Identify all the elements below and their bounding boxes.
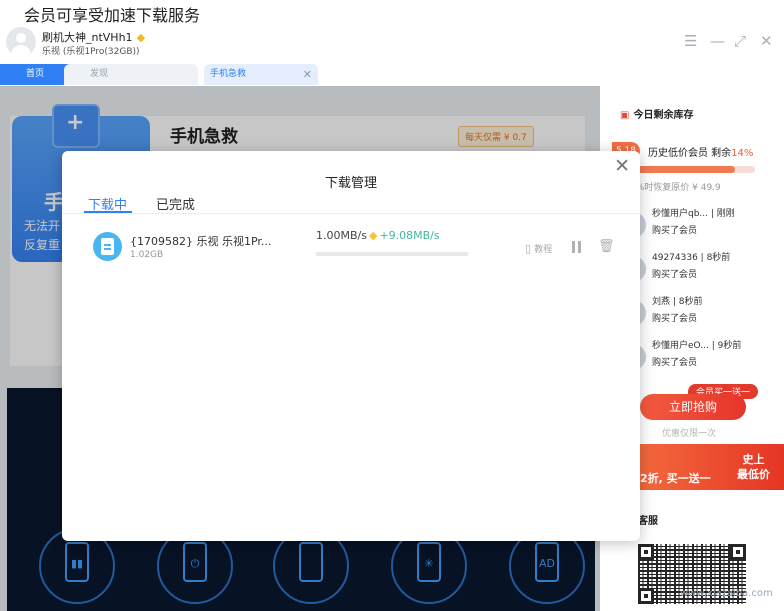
tab-bar: 首页 发现 手机急救 ✕ — [0, 64, 784, 86]
tutorial-link[interactable]: ▯ 教程 — [525, 242, 552, 255]
menu-icon[interactable]: ☰ — [684, 32, 697, 50]
file-size: 1.02GB — [130, 250, 164, 260]
file-name: {1709582} 乐视 乐视1Pr... — [130, 235, 272, 248]
tab-discover[interactable]: 发现 — [64, 64, 198, 85]
watermark: www.xiazaiba.com — [680, 588, 773, 599]
stock-header: ▣ 今日剩余库存 — [620, 110, 694, 121]
download-progress-bar — [316, 252, 468, 256]
tab-phone-rescue[interactable]: 手机急救 ✕ — [204, 64, 318, 85]
customer-service-label: 客服 — [638, 516, 658, 527]
close-icon[interactable]: ✕ — [760, 32, 773, 50]
username: 刷机大神_ntVHh1 ◆ — [42, 31, 146, 44]
avatar[interactable] — [6, 27, 36, 57]
tab-divider — [62, 213, 640, 214]
caption-text: 会员可享受加速下载服务 — [24, 6, 201, 25]
download-row: {1709582} 乐视 乐视1Pr... 1.02GB 1.00MB/s ◆ +9… — [62, 221, 640, 273]
maximize-icon[interactable]: ⤢ — [734, 32, 746, 50]
tab-completed[interactable]: 已完成 — [156, 194, 195, 213]
device-name: 乐视 (乐视1Pro(32GB)) — [42, 47, 140, 57]
buy-now-button[interactable]: 立即抢购 — [640, 394, 746, 420]
history-price-label: 历史低价会员 剩余14% — [648, 148, 754, 159]
minimize-icon[interactable]: — — [710, 32, 725, 50]
promo-banner-text: 2折, 买一送一 — [640, 472, 711, 485]
vip-diamond-icon: ◆ — [368, 229, 378, 242]
once-only-note: 优惠仅限一次 — [662, 429, 717, 439]
shop-icon: ▣ — [620, 110, 630, 121]
vip-diamond-icon: ◆ — [136, 31, 146, 44]
firmware-file-icon — [93, 232, 122, 261]
download-manager-dialog: 下载管理 ✕ 下载中 已完成 {1709582} 乐视 乐视1Pr... 1.0… — [62, 151, 640, 541]
pause-icon[interactable] — [572, 241, 582, 253]
promo-banner[interactable]: 2折, 买一送一 史上 最低价 — [632, 444, 784, 490]
dialog-title: 下载管理 — [324, 176, 377, 191]
close-icon[interactable]: ✕ — [614, 155, 630, 177]
delete-icon[interactable]: 🗑 — [598, 239, 615, 254]
tab-close-icon[interactable]: ✕ — [303, 64, 312, 85]
lowest-price-text: 史上 最低价 — [737, 453, 770, 481]
download-speed: 1.00MB/s ◆ +9.08MB/s — [316, 229, 440, 242]
book-icon: ▯ — [525, 242, 532, 255]
